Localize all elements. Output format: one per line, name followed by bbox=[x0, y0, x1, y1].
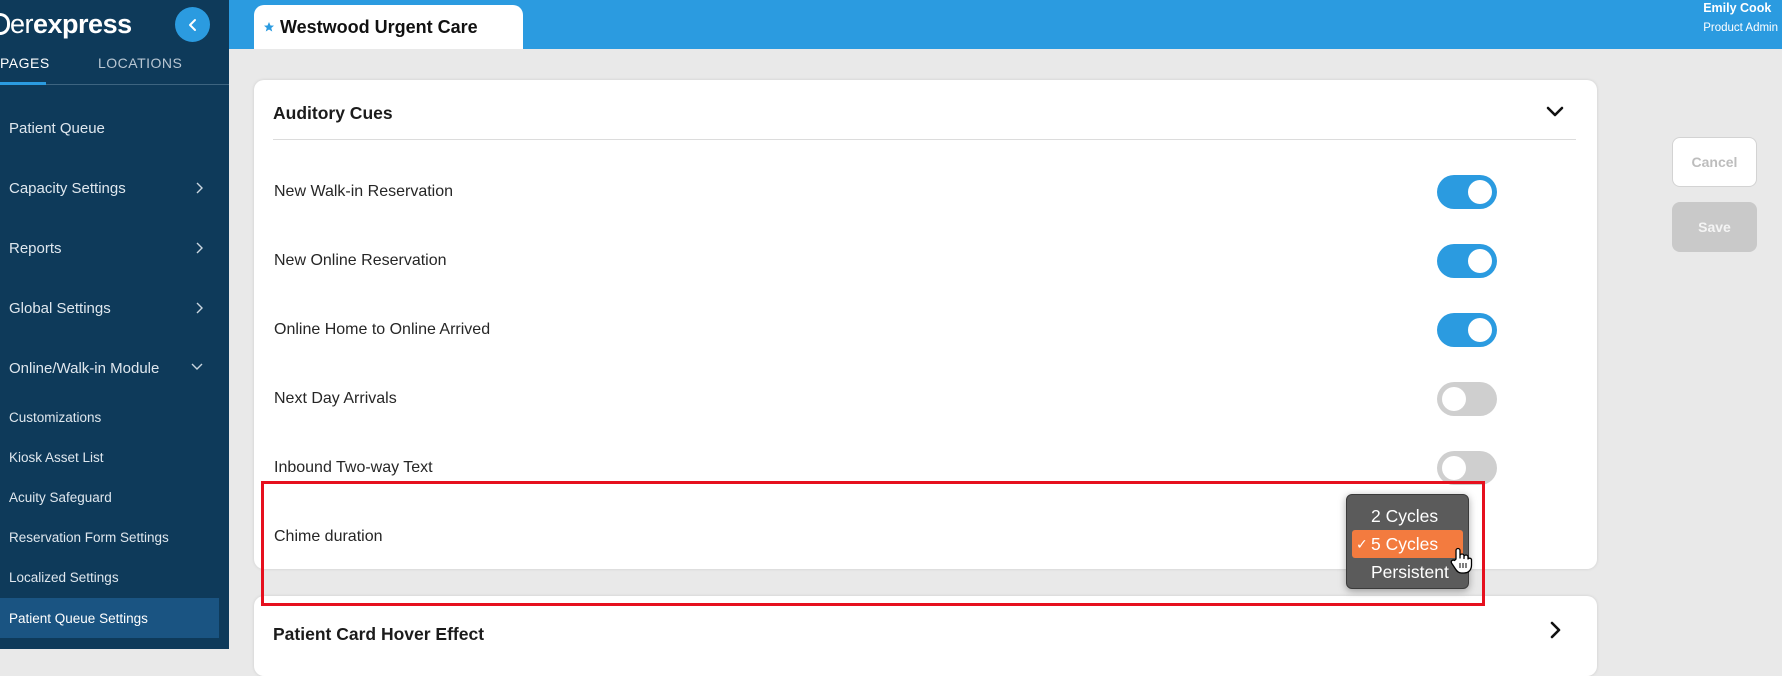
section-title: Auditory Cues bbox=[273, 103, 393, 123]
section-title: Patient Card Hover Effect bbox=[273, 623, 485, 644]
sidebar-item-label: Reservation Form Settings bbox=[9, 529, 169, 545]
toggle-knob bbox=[1442, 387, 1466, 411]
setting-row-online-home-arrived: Online Home to Online Arrived bbox=[274, 310, 1577, 350]
chime-duration-dropdown[interactable]: 2 Cycles ✓ 5 Cycles Persistent bbox=[1346, 494, 1469, 589]
sidebar-item-label: Online/Walk-in Module bbox=[9, 359, 160, 377]
user-role: Product Admin bbox=[1703, 22, 1778, 34]
option-label: 5 Cycles bbox=[1371, 533, 1439, 554]
toggle-knob bbox=[1468, 180, 1492, 204]
sidebar-item-label: Acuity Safeguard bbox=[9, 489, 112, 505]
sidebar: erexpress PAGES LOCATIONS Patient Queue … bbox=[0, 0, 229, 649]
sidebar-item-patient-queue-settings[interactable]: Patient Queue Settings bbox=[0, 598, 219, 638]
collapse-sidebar-button[interactable] bbox=[175, 7, 210, 42]
checkmark-icon: ✓ bbox=[1356, 536, 1368, 552]
option-label: Persistent bbox=[1371, 561, 1449, 582]
chevron-right-icon bbox=[196, 302, 203, 314]
toggle-new-walkin-reservation[interactable] bbox=[1437, 175, 1497, 209]
auditory-cues-header[interactable]: Auditory Cues bbox=[273, 80, 1576, 140]
toggle-next-day-arrivals[interactable] bbox=[1437, 382, 1497, 416]
sidebar-item-global-settings[interactable]: Global Settings bbox=[0, 288, 229, 328]
sidebar-item-label: Localized Settings bbox=[9, 569, 119, 585]
setting-row-new-walkin: New Walk-in Reservation bbox=[274, 172, 1577, 212]
chime-option-2-cycles[interactable]: 2 Cycles bbox=[1352, 502, 1463, 530]
chevron-down-icon[interactable] bbox=[1546, 106, 1564, 118]
chevron-left-icon bbox=[188, 18, 196, 31]
save-button[interactable]: Save bbox=[1672, 202, 1757, 252]
location-name: Westwood Urgent Care bbox=[280, 16, 478, 37]
toggle-knob bbox=[1442, 456, 1466, 480]
tab-pages[interactable]: PAGES bbox=[0, 50, 70, 85]
sidebar-item-customizations[interactable]: Customizations bbox=[0, 400, 229, 434]
sidebar-item-localized-settings[interactable]: Localized Settings bbox=[0, 560, 229, 594]
sidebar-item-label: Patient Queue Settings bbox=[9, 610, 148, 626]
sidebar-item-patient-queue[interactable]: Patient Queue bbox=[0, 108, 229, 148]
sidebar-item-label: Patient Queue bbox=[9, 119, 105, 137]
tab-locations[interactable]: LOCATIONS bbox=[98, 50, 182, 84]
patient-card-hover-header[interactable]: Patient Card Hover Effect bbox=[273, 596, 1576, 656]
option-label: 2 Cycles bbox=[1371, 505, 1439, 526]
star-icon bbox=[264, 22, 274, 32]
setting-row-inbound-two-way-text: Inbound Two-way Text bbox=[274, 448, 1577, 488]
setting-label: Inbound Two-way Text bbox=[274, 459, 433, 476]
chevron-down-icon bbox=[191, 363, 203, 370]
toggle-inbound-two-way-text[interactable] bbox=[1437, 451, 1497, 485]
location-tab[interactable]: Westwood Urgent Care bbox=[254, 5, 523, 49]
toggle-new-online-reservation[interactable] bbox=[1437, 244, 1497, 278]
sidebar-item-reservation-form-settings[interactable]: Reservation Form Settings bbox=[0, 520, 229, 554]
sidebar-item-kiosk-asset-list[interactable]: Kiosk Asset List bbox=[0, 440, 229, 474]
chevron-right-icon bbox=[196, 242, 203, 254]
chevron-right-icon bbox=[196, 182, 203, 194]
brand-glyph-icon bbox=[0, 13, 10, 35]
sidebar-item-label: Global Settings bbox=[9, 299, 111, 317]
sidebar-tabs: PAGES LOCATIONS bbox=[0, 50, 229, 85]
chime-option-5-cycles[interactable]: ✓ 5 Cycles bbox=[1352, 530, 1463, 558]
sidebar-item-acuity-safeguard[interactable]: Acuity Safeguard bbox=[0, 480, 229, 514]
patient-card-hover-card: Patient Card Hover Effect bbox=[254, 596, 1597, 676]
user-name: Emily Cook bbox=[1703, 1, 1772, 15]
setting-label: New Walk-in Reservation bbox=[274, 183, 454, 200]
setting-label: Next Day Arrivals bbox=[274, 390, 397, 407]
chime-duration-label: Chime duration bbox=[274, 528, 383, 545]
top-bar: Westwood Urgent Care Emily Cook Product … bbox=[229, 0, 1782, 49]
toggle-knob bbox=[1468, 249, 1492, 273]
brand-wordmark: erexpress bbox=[10, 8, 132, 39]
brand-logo: erexpress bbox=[0, 6, 132, 42]
sidebar-item-label: Customizations bbox=[9, 409, 102, 425]
setting-label: New Online Reservation bbox=[274, 252, 447, 269]
user-menu[interactable]: Emily Cook Product Admin bbox=[1703, 0, 1778, 39]
setting-row-next-day-arrivals: Next Day Arrivals bbox=[274, 379, 1577, 419]
toggle-online-home-to-online-arrived[interactable] bbox=[1437, 313, 1497, 347]
sidebar-item-label: Capacity Settings bbox=[9, 179, 126, 197]
cancel-button[interactable]: Cancel bbox=[1672, 137, 1757, 187]
sidebar-item-reports[interactable]: Reports bbox=[0, 228, 229, 268]
sidebar-item-label: Kiosk Asset List bbox=[9, 449, 104, 465]
setting-row-new-online: New Online Reservation bbox=[274, 241, 1577, 281]
chime-option-persistent[interactable]: Persistent bbox=[1352, 558, 1463, 586]
toggle-knob bbox=[1468, 318, 1492, 342]
setting-label: Online Home to Online Arrived bbox=[274, 321, 491, 338]
sidebar-item-online-walkin-module[interactable]: Online/Walk-in Module bbox=[0, 348, 229, 388]
sidebar-item-capacity-settings[interactable]: Capacity Settings bbox=[0, 168, 229, 208]
sidebar-item-label: Reports bbox=[9, 239, 62, 257]
chevron-right-icon[interactable] bbox=[1550, 621, 1562, 639]
